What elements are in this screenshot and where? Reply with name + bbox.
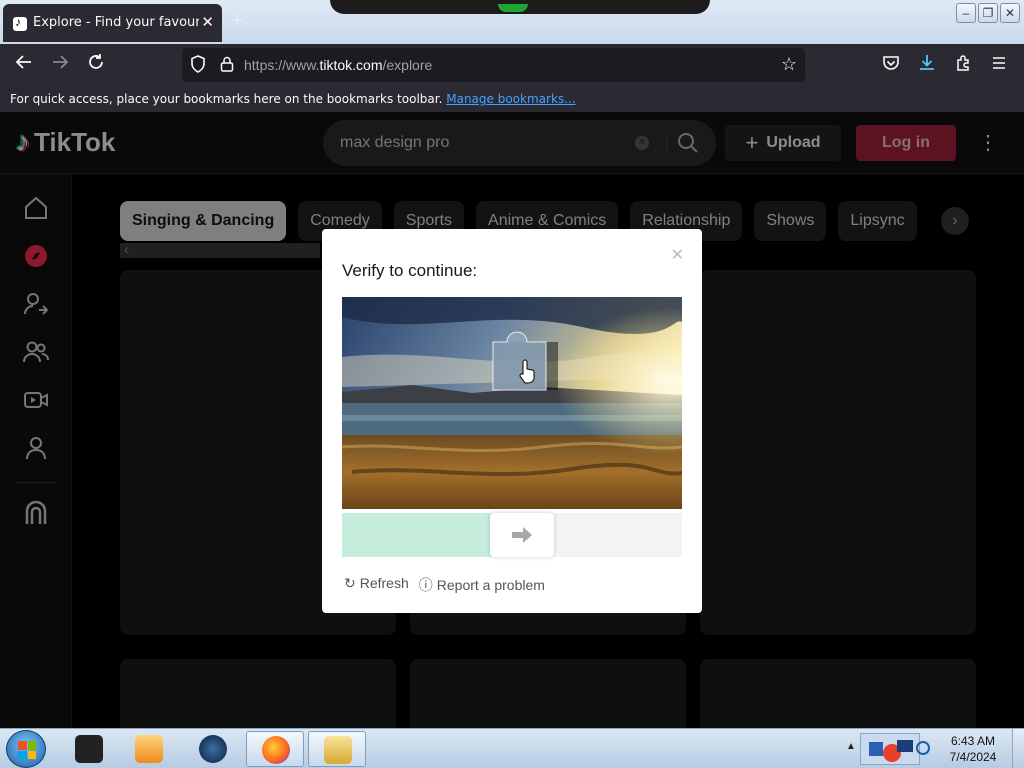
report-label: Report a problem: [436, 577, 545, 593]
pocket-button[interactable]: [880, 54, 902, 76]
restore-icon[interactable]: ❐: [978, 3, 998, 23]
manage-bookmarks-link[interactable]: Manage bookmarks...: [446, 92, 575, 106]
taskbar-app-2[interactable]: [120, 731, 178, 767]
media-player-icon: [135, 735, 163, 763]
globe-icon: [199, 735, 227, 763]
tiktok-favicon-icon: [13, 15, 27, 31]
captcha-slider-track[interactable]: [342, 513, 682, 557]
captcha-actions: ↻ Refresh ⓘ Report a problem: [344, 575, 545, 595]
url-text[interactable]: https://www.tiktok.com/explore: [244, 57, 432, 73]
minimize-icon[interactable]: –: [956, 3, 976, 23]
url-prefix: https://www.: [244, 57, 320, 73]
captcha-slider-progress: [342, 513, 492, 557]
arrow-right-icon: [512, 527, 532, 543]
windows-logo-icon: [18, 741, 36, 759]
network-tray-icon: [869, 742, 883, 756]
refresh-button[interactable]: ↻ Refresh: [344, 575, 409, 595]
start-button[interactable]: [6, 730, 46, 768]
forward-button[interactable]: [47, 53, 73, 77]
captcha-modal: ✕ Verify to continue: ↻ Refresh ⓘ Report…: [322, 229, 702, 613]
windows-taskbar: ▲ 6:43 AM 7/4/2024: [0, 728, 1024, 768]
captcha-heading: Verify to continue:: [342, 261, 478, 280]
refresh-label: Refresh: [359, 575, 409, 591]
screen-notch-decoration: [330, 0, 710, 14]
hamburger-menu-icon: [993, 57, 1005, 69]
captcha-slider-handle[interactable]: [490, 513, 554, 557]
tab-close-icon[interactable]: ✕: [201, 13, 214, 31]
browser-tab-explore[interactable]: Explore - Find your favourite vi ✕: [3, 4, 222, 42]
taskbar-app-3[interactable]: [184, 731, 242, 767]
reload-icon: [89, 54, 103, 69]
folder-icon: [324, 736, 352, 764]
captcha-close-icon[interactable]: ✕: [671, 245, 684, 265]
taskbar-explorer[interactable]: [308, 731, 366, 767]
report-problem-button[interactable]: ⓘ Report a problem: [419, 575, 545, 595]
app-box-icon: [75, 735, 103, 763]
info-circle-icon: ⓘ: [418, 577, 433, 593]
back-button[interactable]: [11, 53, 37, 77]
display-tray-icon: [897, 740, 913, 752]
back-arrow-icon: [15, 55, 31, 69]
puzzle-extension-icon: [957, 55, 969, 71]
new-tab-button[interactable]: +: [232, 10, 243, 31]
reload-button[interactable]: [83, 53, 109, 77]
tracking-protection-shield-icon[interactable]: [190, 55, 206, 73]
pocket-icon: [883, 56, 899, 70]
menu-button[interactable]: [988, 54, 1010, 76]
firefox-icon: [262, 736, 290, 764]
clock-date: 7/4/2024: [949, 750, 997, 764]
download-icon: [920, 55, 934, 70]
bookmark-star-icon[interactable]: ☆: [781, 54, 797, 75]
url-domain: tiktok.com: [319, 57, 383, 73]
forward-arrow-icon: [53, 55, 69, 69]
show-hidden-icons-icon[interactable]: ▲: [846, 741, 856, 752]
taskbar-clock[interactable]: 6:43 AM 7/4/2024: [930, 733, 1016, 765]
window-close-icon[interactable]: ✕: [1000, 3, 1020, 23]
bookmarks-hint-text: For quick access, place your bookmarks h…: [10, 92, 443, 106]
taskbar-firefox[interactable]: [246, 731, 304, 767]
volume-tray-icon[interactable]: [916, 741, 930, 755]
extensions-button[interactable]: [953, 54, 975, 76]
notch-indicator-icon: [498, 4, 528, 12]
window-controls: – ❐ ✕: [956, 3, 1020, 23]
clock-time: 6:43 AM: [950, 734, 996, 748]
url-path: /explore: [382, 57, 433, 73]
taskbar-app-1[interactable]: [60, 731, 118, 767]
refresh-icon: ↻: [344, 575, 356, 591]
browser-navbar: https://www.tiktok.com/explore ☆: [0, 44, 1024, 86]
tab-title: Explore - Find your favourite vi: [33, 15, 199, 30]
tray-icons[interactable]: [860, 733, 920, 765]
browser-titlebar: Explore - Find your favourite vi ✕ + – ❐…: [0, 0, 1024, 44]
show-desktop-button[interactable]: [1012, 729, 1024, 768]
lock-icon[interactable]: [220, 56, 234, 72]
address-bar[interactable]: https://www.tiktok.com/explore ☆: [182, 48, 805, 82]
captcha-puzzle-image: [342, 297, 682, 509]
downloads-button[interactable]: [916, 54, 938, 76]
bookmarks-toolbar: For quick access, place your bookmarks h…: [0, 86, 1024, 112]
